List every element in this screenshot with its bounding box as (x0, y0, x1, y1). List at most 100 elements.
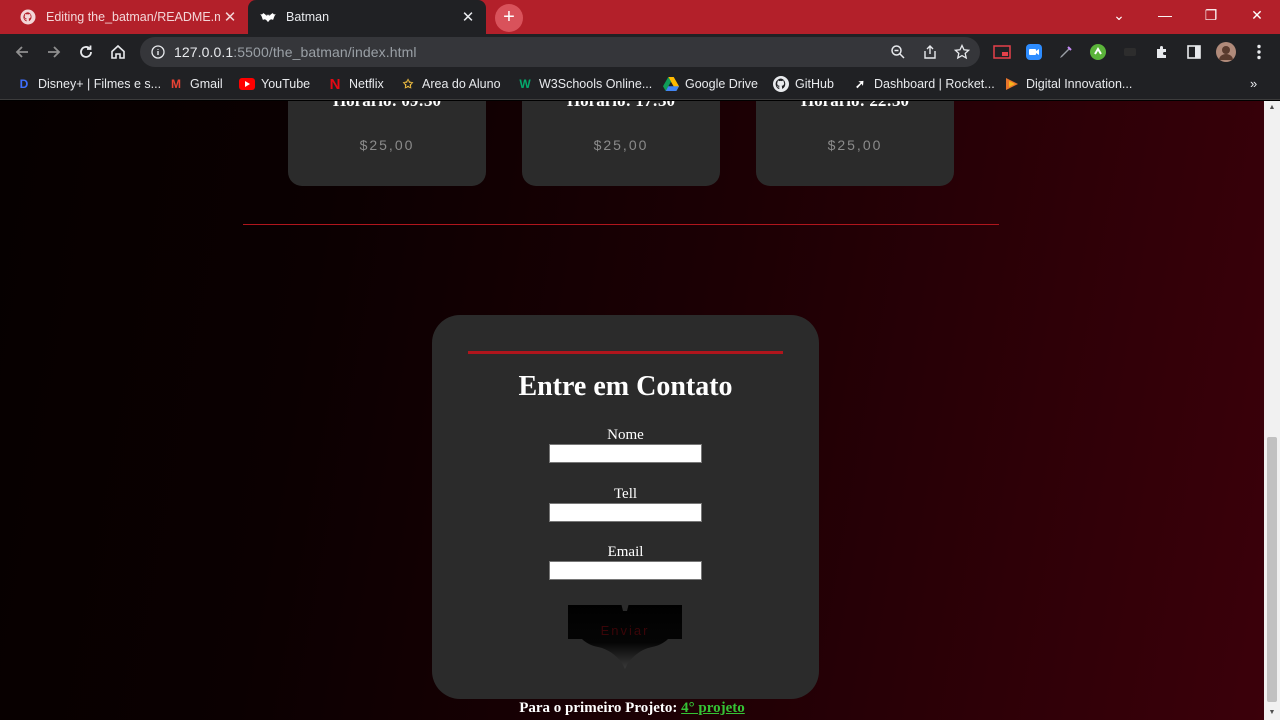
tab-search-icon[interactable]: ⌄ (1096, 0, 1142, 30)
w3schools-icon: W (519, 77, 531, 91)
phone-input[interactable] (549, 503, 702, 522)
tab-title: Editing the_batman/README.md (46, 10, 220, 24)
forward-button[interactable] (40, 38, 68, 66)
name-label: Nome (607, 427, 644, 443)
url-host: 127.0.0.1 (174, 44, 234, 60)
footer: Para o primeiro Projeto: 4° projeto (0, 700, 1264, 717)
bookmark-label: YouTube (261, 77, 311, 91)
email-label: Email (607, 544, 644, 560)
session-time: Horário: 09:30 (288, 101, 486, 111)
email-input[interactable] (549, 561, 702, 580)
submit-label: Enviar (600, 623, 650, 638)
bookmark-area-aluno[interactable]: ✩ Area do Aluno (400, 76, 501, 92)
contact-title: Entre em Contato (518, 371, 733, 402)
bookmark-label: Dashboard | Rocket... (874, 77, 995, 91)
bookmark-disney[interactable]: D Disney+ | Filmes e s... (16, 76, 161, 92)
menu-kebab-icon[interactable] (1249, 42, 1269, 62)
tab-readme[interactable]: Editing the_batman/README.md ✕ (8, 0, 248, 34)
name-input[interactable] (549, 444, 702, 463)
bookmark-youtube[interactable]: YouTube (239, 76, 310, 92)
disney-icon: D (19, 77, 29, 91)
more-bookmarks-icon[interactable]: » (1250, 76, 1257, 91)
picture-in-picture-icon[interactable] (992, 42, 1012, 62)
github-icon (20, 9, 36, 25)
netflix-icon: N (329, 75, 341, 93)
arrow-right-icon (48, 46, 61, 58)
address-bar[interactable]: 127.0.0.1:5500/the_batman/index.html (140, 37, 980, 67)
dio-icon (1004, 76, 1020, 92)
eyedropper-icon[interactable] (1056, 42, 1076, 62)
scroll-up-icon[interactable]: ▲ (1268, 104, 1276, 112)
phone-label: Tell (613, 486, 638, 502)
bookmark-label: Digital Innovation... (1026, 77, 1133, 91)
back-button[interactable] (8, 38, 36, 66)
bookmark-dio[interactable]: Digital Innovation... (1004, 76, 1132, 92)
bookmark-github[interactable]: GitHub (773, 76, 834, 92)
tab-batman[interactable]: Batman ✕ (248, 0, 486, 34)
minimize-button[interactable]: ― (1142, 0, 1188, 30)
bookmark-rocketseat[interactable]: ➚ Dashboard | Rocket... (852, 76, 995, 92)
profile-avatar[interactable] (1216, 42, 1236, 62)
youtube-icon (239, 76, 255, 92)
footer-text: Para o primeiro Projeto: (519, 700, 678, 716)
browser-toolbar: 127.0.0.1:5500/the_batman/index.html (0, 34, 1280, 70)
tab-strip: Editing the_batman/README.md ✕ Batman ✕ … (0, 0, 1280, 34)
section-divider (243, 224, 999, 225)
zoom-extension-icon[interactable] (1024, 42, 1044, 62)
page-viewport: Horário: 09:30 $25,00 Horário: 17:30 $25… (0, 101, 1264, 720)
bookmark-gmail[interactable]: M Gmail (168, 76, 223, 92)
bookmark-label: Area do Aluno (422, 77, 501, 91)
home-button[interactable] (104, 38, 132, 66)
home-icon (111, 44, 125, 59)
session-card: Horário: 09:30 $25,00 (288, 101, 486, 186)
bookmark-netflix[interactable]: N Netflix (327, 75, 384, 93)
bookmarks-bar: D Disney+ | Filmes e s... M Gmail YouTube … (0, 70, 1280, 100)
accent-line (468, 351, 783, 354)
gmail-icon: M (171, 77, 181, 91)
bookmark-label: GitHub (795, 77, 834, 91)
bookmark-label: Netflix (349, 77, 384, 91)
session-price: $25,00 (359, 137, 415, 153)
batman-logo-icon (568, 603, 682, 669)
submit-button[interactable]: Enviar (568, 603, 682, 671)
restore-button[interactable]: ❐ (1188, 0, 1234, 30)
side-panel-icon[interactable] (1184, 42, 1204, 62)
reload-icon (80, 45, 92, 58)
google-drive-icon (663, 76, 679, 92)
session-time: Horário: 17:30 (522, 101, 720, 111)
session-time: Horário: 22:30 (756, 101, 954, 111)
bookmark-label: Disney+ | Filmes e s... (38, 77, 162, 91)
share-icon[interactable] (920, 42, 940, 62)
reload-button[interactable] (72, 38, 100, 66)
close-window-button[interactable]: ✕ (1234, 0, 1280, 30)
extensions-puzzle-icon[interactable] (1152, 42, 1172, 62)
page-scrollbar[interactable]: ▲ ▼ (1264, 101, 1280, 720)
bookmark-label: Gmail (190, 77, 223, 91)
bookmark-label: W3Schools Online... (539, 77, 653, 91)
bookmark-google-drive[interactable]: Google Drive (663, 76, 758, 92)
url-text: 127.0.0.1:5500/the_batman/index.html (174, 44, 417, 60)
session-card: Horário: 17:30 $25,00 (522, 101, 720, 186)
new-tab-button[interactable]: + (495, 4, 523, 32)
green-extension-icon[interactable] (1088, 42, 1108, 62)
github-icon (773, 76, 789, 92)
tab-title: Batman (286, 10, 330, 24)
bookmark-label: Google Drive (685, 77, 758, 91)
site-info-icon[interactable] (148, 42, 168, 62)
project-link[interactable]: 4° projeto (681, 700, 745, 716)
contact-form: Entre em Contato Nome Tell Email Enviar (432, 315, 819, 699)
batman-logo-icon (260, 13, 276, 22)
star-icon: ✩ (402, 77, 414, 91)
arrow-left-icon (15, 46, 28, 58)
scrollbar-thumb[interactable] (1267, 437, 1277, 702)
close-tab-icon[interactable]: ✕ (458, 8, 478, 26)
rocketseat-icon: ➚ (854, 77, 866, 91)
dark-extension-icon[interactable] (1120, 42, 1140, 62)
bookmark-w3schools[interactable]: W W3Schools Online... (517, 76, 652, 92)
close-tab-icon[interactable]: ✕ (220, 8, 240, 26)
session-price: $25,00 (593, 137, 649, 153)
scroll-down-icon[interactable]: ▼ (1268, 709, 1276, 717)
zoom-icon[interactable] (888, 42, 908, 62)
bookmark-star-icon[interactable] (952, 42, 972, 62)
session-price: $25,00 (827, 137, 883, 153)
